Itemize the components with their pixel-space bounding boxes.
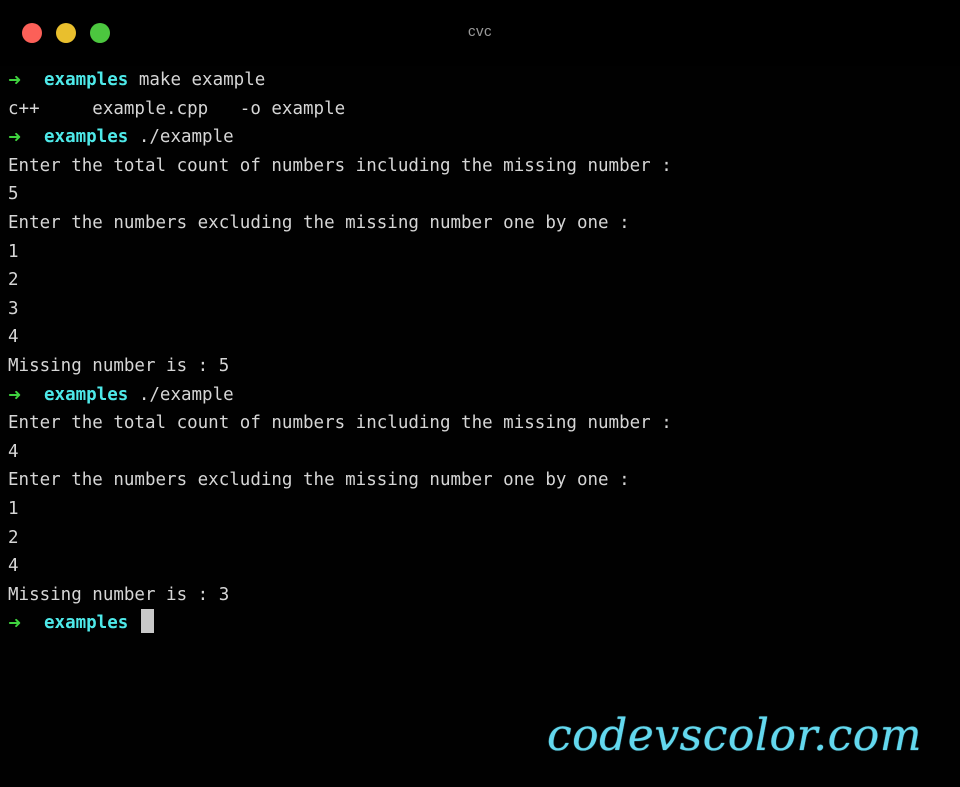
prompt-arrow-icon: ➜ — [8, 127, 22, 147]
terminal-output-line: 4 — [0, 552, 960, 581]
terminal-output-text: Enter the numbers excluding the missing … — [8, 212, 630, 233]
terminal-prompt-line: ➜ examples ./example — [0, 381, 960, 410]
terminal-output-text: 4 — [8, 441, 19, 462]
terminal-output-line: Missing number is : 5 — [0, 352, 960, 381]
terminal-prompt-line: ➜ examples — [0, 609, 960, 638]
terminal-output-line: Enter the numbers excluding the missing … — [0, 209, 960, 238]
prompt-directory: examples — [44, 613, 129, 634]
prompt-arrow-icon: ➜ — [8, 384, 22, 404]
terminal-output-text: Missing number is : 5 — [8, 355, 230, 376]
terminal-command: make example — [128, 70, 266, 90]
terminal-output-line: Missing number is : 3 — [0, 581, 960, 610]
terminal-output-line: 5 — [0, 180, 960, 209]
terminal-output-text: c++ example.cpp -o example — [8, 98, 346, 119]
terminal-output-text: 2 — [8, 270, 19, 291]
terminal-output-text: 3 — [8, 298, 19, 319]
terminal-output-text: Missing number is : 3 — [8, 584, 230, 605]
terminal-output-line: Enter the numbers excluding the missing … — [0, 466, 960, 495]
window-title: cvc — [468, 23, 492, 40]
title-bar[interactable]: cvc — [0, 0, 960, 66]
terminal-output-line: 2 — [0, 266, 960, 295]
terminal-output-text: Enter the total count of numbers includi… — [8, 155, 672, 176]
terminal-output-line: 1 — [0, 495, 960, 524]
text-cursor[interactable] — [140, 609, 154, 634]
terminal-prompt-line: ➜ examples make example — [0, 66, 960, 95]
prompt-directory: examples — [44, 70, 129, 90]
watermark-logo: codevscolor.com — [546, 710, 922, 761]
terminal-output-line: 4 — [0, 438, 960, 467]
terminal-output-text: Enter the total count of numbers includi… — [8, 413, 672, 434]
terminal-output-line: c++ example.cpp -o example — [0, 95, 960, 124]
terminal-output-line: Enter the total count of numbers includi… — [0, 409, 960, 438]
terminal-prompt-line: ➜ examples ./example — [0, 123, 960, 152]
prompt-directory: examples — [44, 384, 129, 405]
terminal-output-text: Enter the numbers excluding the missing … — [8, 470, 630, 491]
terminal-command: ./example — [128, 127, 234, 148]
terminal-output-area[interactable]: ➜ examples make example c++ example.cpp -o… — [0, 66, 960, 787]
terminal-output-text: 1 — [8, 241, 19, 262]
prompt-arrow-icon: ➜ — [8, 70, 22, 89]
terminal-output-text: 4 — [8, 556, 19, 577]
terminal-output-line: 3 — [0, 295, 960, 324]
terminal-output-line: 4 — [0, 323, 960, 352]
terminal-output-text: 5 — [8, 184, 19, 205]
terminal-output-text: 4 — [8, 327, 19, 348]
terminal-output-text: 1 — [8, 498, 19, 519]
terminal-output-line: Enter the total count of numbers includi… — [0, 152, 960, 181]
terminal-output-line: 1 — [0, 238, 960, 267]
terminal-command: ./example — [128, 384, 234, 405]
prompt-arrow-icon: ➜ — [8, 613, 22, 633]
terminal-output-text: 2 — [8, 527, 19, 548]
terminal-output-line: 2 — [0, 524, 960, 553]
prompt-directory: examples — [44, 127, 129, 148]
terminal-window: cvc ➜ examples make example c++ example.cp… — [0, 0, 960, 787]
